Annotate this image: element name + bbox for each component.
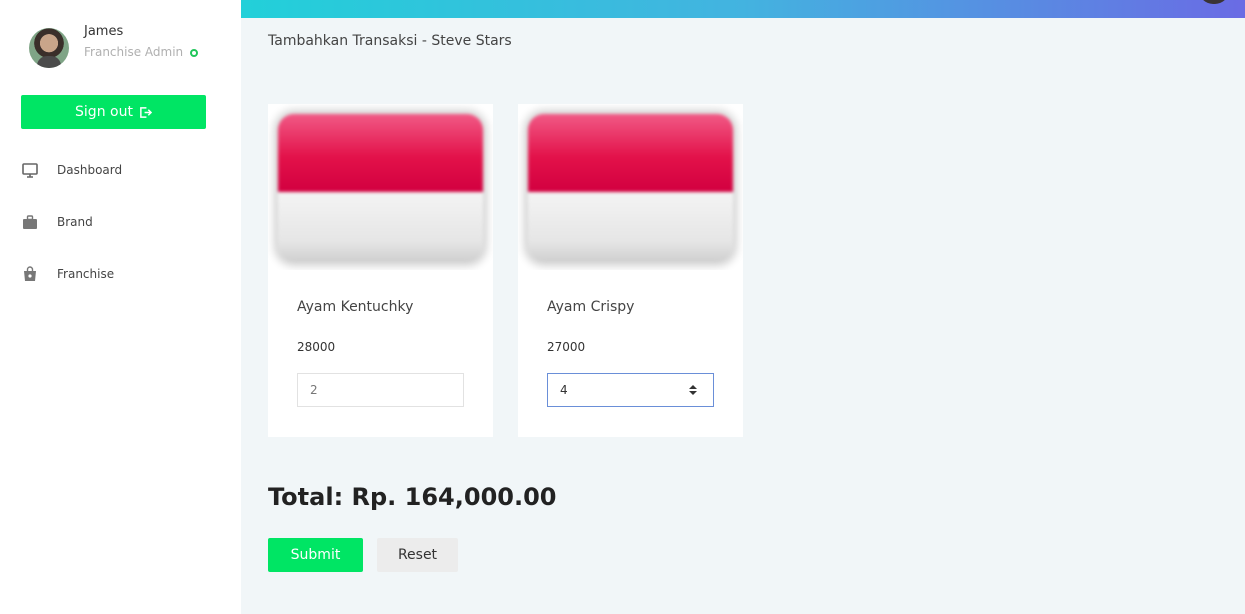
product-card: Ayam Kentuchky 28000 [268, 104, 493, 437]
sidebar-item-brand[interactable]: Brand [21, 210, 93, 234]
product-card: Ayam Crispy 27000 [518, 104, 743, 437]
monitor-icon [21, 161, 39, 179]
product-image [518, 104, 743, 270]
product-name: Ayam Kentuchky [297, 299, 414, 315]
product-price: 27000 [547, 340, 586, 354]
stepper-arrows-icon[interactable] [688, 384, 698, 396]
header-avatar[interactable] [1199, 0, 1229, 4]
sign-out-icon [140, 106, 152, 118]
indonesia-flag-image [278, 114, 483, 262]
briefcase-icon [21, 213, 39, 231]
user-role: Franchise Admin [84, 45, 184, 59]
product-image [268, 104, 493, 270]
submit-button[interactable]: Submit [268, 538, 363, 572]
total-amount: Total: Rp. 164,000.00 [268, 483, 557, 511]
product-price: 28000 [297, 340, 336, 354]
quantity-input[interactable] [297, 373, 464, 407]
sidebar-item-label: Franchise [57, 267, 115, 281]
indonesia-flag-image [528, 114, 733, 262]
sign-out-label: Sign out [75, 104, 133, 120]
user-name: James [84, 24, 124, 39]
sidebar-item-franchise[interactable]: Franchise [21, 262, 114, 286]
sidebar-item-dashboard[interactable]: Dashboard [21, 158, 122, 182]
sign-out-button[interactable]: Sign out [21, 95, 206, 129]
sidebar-item-label: Dashboard [57, 163, 123, 177]
online-status-icon [190, 49, 198, 57]
top-bar [241, 0, 1245, 18]
sidebar-item-label: Brand [57, 215, 93, 229]
avatar [29, 28, 69, 68]
sidebar: James Franchise Admin Sign out Dashboard… [0, 0, 241, 614]
reset-button[interactable]: Reset [377, 538, 458, 572]
page-title: Tambahkan Transaksi - Steve Stars [268, 33, 512, 49]
product-name: Ayam Crispy [547, 299, 635, 315]
shopping-bag-icon [21, 265, 39, 283]
